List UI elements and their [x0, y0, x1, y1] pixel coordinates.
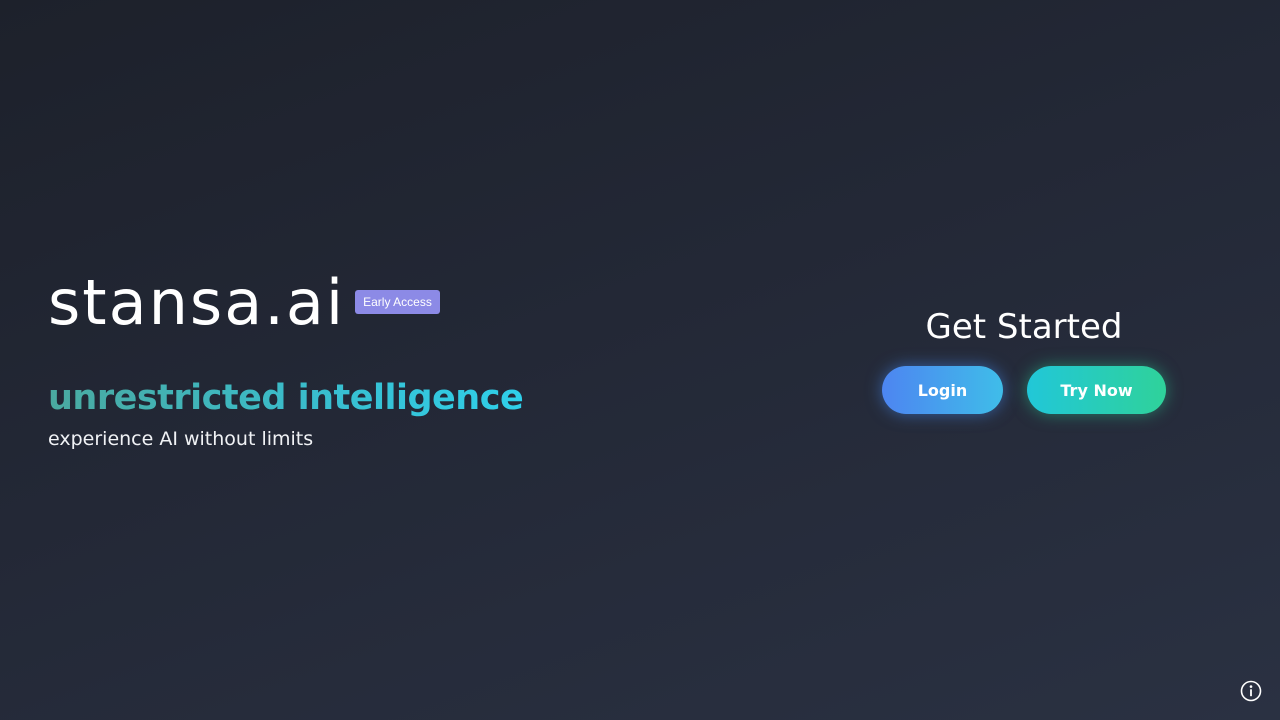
- info-icon-graphic: [1240, 680, 1262, 702]
- info-icon[interactable]: [1240, 680, 1262, 702]
- try-now-button[interactable]: Try Now: [1027, 366, 1166, 414]
- brand-logo-text[interactable]: stansa.ai: [48, 266, 345, 340]
- login-button[interactable]: Login: [882, 366, 1003, 414]
- brand-row: stansa.ai Early Access: [48, 266, 523, 340]
- hero-section: stansa.ai Early Access unrestricted inte…: [48, 266, 524, 452]
- get-started-panel: Get Started Login Try Now: [882, 304, 1166, 414]
- get-started-title: Get Started: [925, 307, 1123, 347]
- early-access-badge: Early Access: [355, 290, 440, 314]
- tagline: unrestricted intelligence: [48, 378, 524, 418]
- subtitle: experience AI without limits: [48, 428, 314, 450]
- cta-button-group: Login Try Now: [882, 366, 1166, 414]
